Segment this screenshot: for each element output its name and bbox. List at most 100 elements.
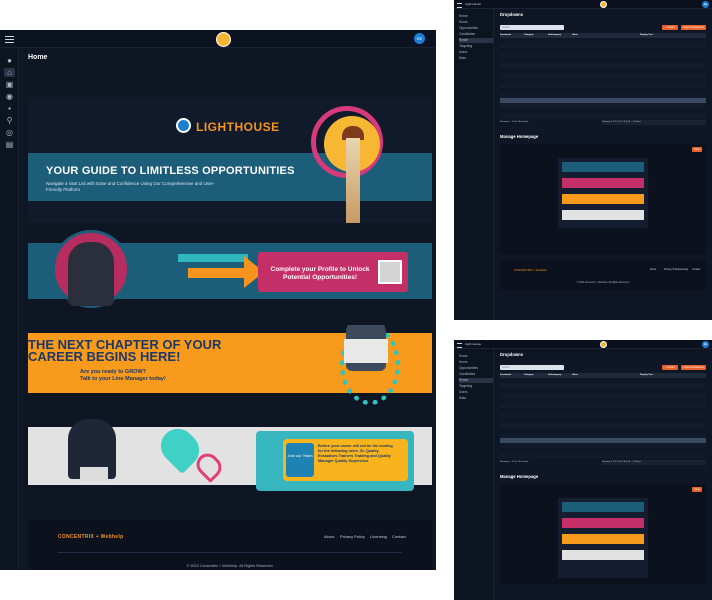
- sidebar-item-users[interactable]: Users: [459, 50, 493, 55]
- user-icon[interactable]: ●: [4, 56, 15, 65]
- admin-window: Light House EE Home Home Opportunities Candid…: [454, 0, 712, 320]
- sidebar-item-opportunities[interactable]: Opportunities: [459, 26, 493, 31]
- sidebar-item-candidates[interactable]: Candidates: [459, 32, 493, 37]
- sidebar-item-users[interactable]: Users: [459, 390, 493, 395]
- arrow-icon: [178, 254, 248, 262]
- sidebar-item-roster[interactable]: Roster: [459, 378, 493, 383]
- footer: CONCENTRIX + Webhelp About Privacy Polic…: [28, 520, 432, 570]
- dropdowns-table: Functional Category Subcategory Value Displa…: [500, 373, 706, 458]
- brand-name: LIGHTHOUSE: [196, 120, 280, 134]
- pagination-info: Showing 1 - 10 of 160 results: [500, 121, 529, 123]
- avatar[interactable]: EE: [702, 1, 709, 8]
- save-button[interactable]: Save: [692, 487, 702, 492]
- homepage-editor: Save: [500, 144, 706, 254]
- sidebar-item-home[interactable]: Home: [459, 360, 493, 365]
- hamburger-menu-icon[interactable]: [457, 3, 462, 8]
- profile-banner[interactable]: Complete your Profile to Unlock Potentia…: [28, 230, 432, 312]
- footer-copyright: © 2023 Concentrix + Webhelp. All Rights …: [576, 282, 630, 284]
- search-input[interactable]: Search: [500, 365, 564, 370]
- pagination-info: Showing 1 - 10 of 160 results: [500, 461, 529, 463]
- footer-link[interactable]: Licensing: [678, 268, 688, 271]
- join-badge: Join our Team: [286, 443, 314, 477]
- sidebar: Home Home Opportunities Candidates Roster Tar…: [454, 349, 494, 600]
- app-title: Light House: [465, 2, 482, 6]
- sidebar: Home Home Opportunities Candidates Roster Tar…: [454, 9, 494, 320]
- preview-career: [562, 194, 644, 204]
- career-sub-1: Are you ready to GROW?: [80, 369, 147, 375]
- avatar[interactable]: EE: [414, 33, 425, 44]
- footer-link-contact[interactable]: Contact: [392, 534, 406, 539]
- folder-icon[interactable]: ▪: [4, 104, 15, 113]
- preview-career: [562, 534, 644, 544]
- career-banner: THE NEXT CHAPTER OF YOUR CAREER BEGINS H…: [28, 325, 432, 407]
- save-button[interactable]: Save: [692, 147, 702, 152]
- sidebar-item-roster[interactable]: Roster: [459, 38, 493, 43]
- import-dropdowns-button[interactable]: Import Dropdowns: [681, 25, 706, 30]
- footer-brand: CONCENTRIX + Webhelp: [58, 534, 124, 540]
- homepage-preview: [558, 158, 648, 228]
- career-headline-2: CAREER BEGINS HERE!: [28, 349, 181, 364]
- homepage-editor: Save: [500, 484, 706, 584]
- profile-card-icon: [378, 260, 402, 284]
- database-icon[interactable]: ▤: [4, 140, 15, 149]
- preview-profile: [562, 518, 644, 528]
- preview-hiring: [562, 210, 644, 220]
- table-row[interactable]: [500, 453, 706, 458]
- eye-icon[interactable]: ◉: [4, 92, 15, 101]
- career-sub-2: Talk to your Line Manager today!: [80, 376, 166, 382]
- lighthouse-logo-icon[interactable]: [600, 341, 607, 348]
- footer-link[interactable]: Contact: [692, 268, 700, 271]
- hamburger-menu-icon[interactable]: [457, 343, 462, 348]
- footer-brand: CONCENTRIX + Webhelp: [514, 268, 547, 272]
- preview-hero: [562, 162, 644, 172]
- import-button[interactable]: + Import: [662, 25, 678, 30]
- footer-link-licensing[interactable]: Licensing: [370, 534, 387, 539]
- home-icon[interactable]: ⌂: [4, 68, 15, 77]
- footer-link-privacy[interactable]: Privacy Policy: [340, 534, 365, 539]
- lighthouse-logo-icon: [176, 118, 191, 133]
- footer: CONCENTRIX + Webhelp About Privacy Policy L…: [500, 260, 706, 290]
- preview-hiring: [562, 550, 644, 560]
- import-button[interactable]: + Import: [662, 365, 678, 370]
- arrow-icon: [188, 268, 248, 278]
- sidebar-item-data[interactable]: Data: [459, 396, 493, 401]
- sidebar-item-targeting[interactable]: Targeting: [459, 44, 493, 49]
- homepage-preview: [558, 498, 648, 578]
- top-bar: Light House EE: [454, 0, 712, 9]
- hero-headline: YOUR GUIDE TO LIMITLESS OPPORTUNITIES: [46, 165, 295, 177]
- sidebar-item-home[interactable]: Home: [459, 354, 493, 359]
- sidebar-item-data[interactable]: Data: [459, 56, 493, 61]
- sidebar-item-home[interactable]: Home: [459, 14, 493, 19]
- sidebar-item-home[interactable]: Home: [459, 20, 493, 25]
- hiring-text: Before your career will not be the looki…: [318, 444, 393, 463]
- lighthouse-logo-icon[interactable]: [600, 1, 607, 8]
- laptop-icon: [80, 467, 108, 481]
- briefcase-icon[interactable]: ▣: [4, 80, 15, 89]
- target-icon[interactable]: ◎: [4, 128, 15, 137]
- footer-link-about[interactable]: About: [324, 534, 334, 539]
- search-input[interactable]: Search: [500, 25, 564, 30]
- section-title: Dropdowns: [500, 12, 524, 17]
- lighthouse-logo-icon[interactable]: [216, 32, 231, 47]
- footer-link[interactable]: About: [650, 268, 656, 271]
- footer-divider: [58, 552, 402, 553]
- top-bar: EE: [0, 30, 436, 48]
- import-dropdowns-button[interactable]: Import Dropdowns: [681, 365, 706, 370]
- manage-homepage-title: Manage Homepage: [500, 474, 539, 479]
- sidebar-item-targeting[interactable]: Targeting: [459, 384, 493, 389]
- admin-window: Light House EE Home Home Opportunities Candid…: [454, 340, 712, 600]
- sidebar-item-opportunities[interactable]: Opportunities: [459, 366, 493, 371]
- preview-profile: [562, 178, 644, 188]
- search-icon[interactable]: ⚲: [4, 116, 15, 125]
- table-row[interactable]: [500, 113, 706, 118]
- sidebar-item-candidates[interactable]: Candidates: [459, 372, 493, 377]
- avatar[interactable]: EE: [702, 341, 709, 348]
- footer-link[interactable]: Privacy Policy: [664, 268, 679, 271]
- hamburger-menu-icon[interactable]: [5, 34, 14, 45]
- preview-hero: [562, 502, 644, 512]
- pagination[interactable]: Previous 1 2 3 4 5 6 7 8 9 10 ... 16 Nex…: [602, 120, 706, 125]
- manage-homepage-title: Manage Homepage: [500, 134, 539, 139]
- pagination[interactable]: Previous 1 2 3 4 5 6 7 8 9 10 ... 16 Nex…: [602, 460, 706, 465]
- page-title: Home: [28, 54, 48, 61]
- main-window: EE ● ⌂ ▣ ◉ ▪ ⚲ ◎ ▤ Home LIGHTHOUSE YOUR …: [0, 30, 436, 570]
